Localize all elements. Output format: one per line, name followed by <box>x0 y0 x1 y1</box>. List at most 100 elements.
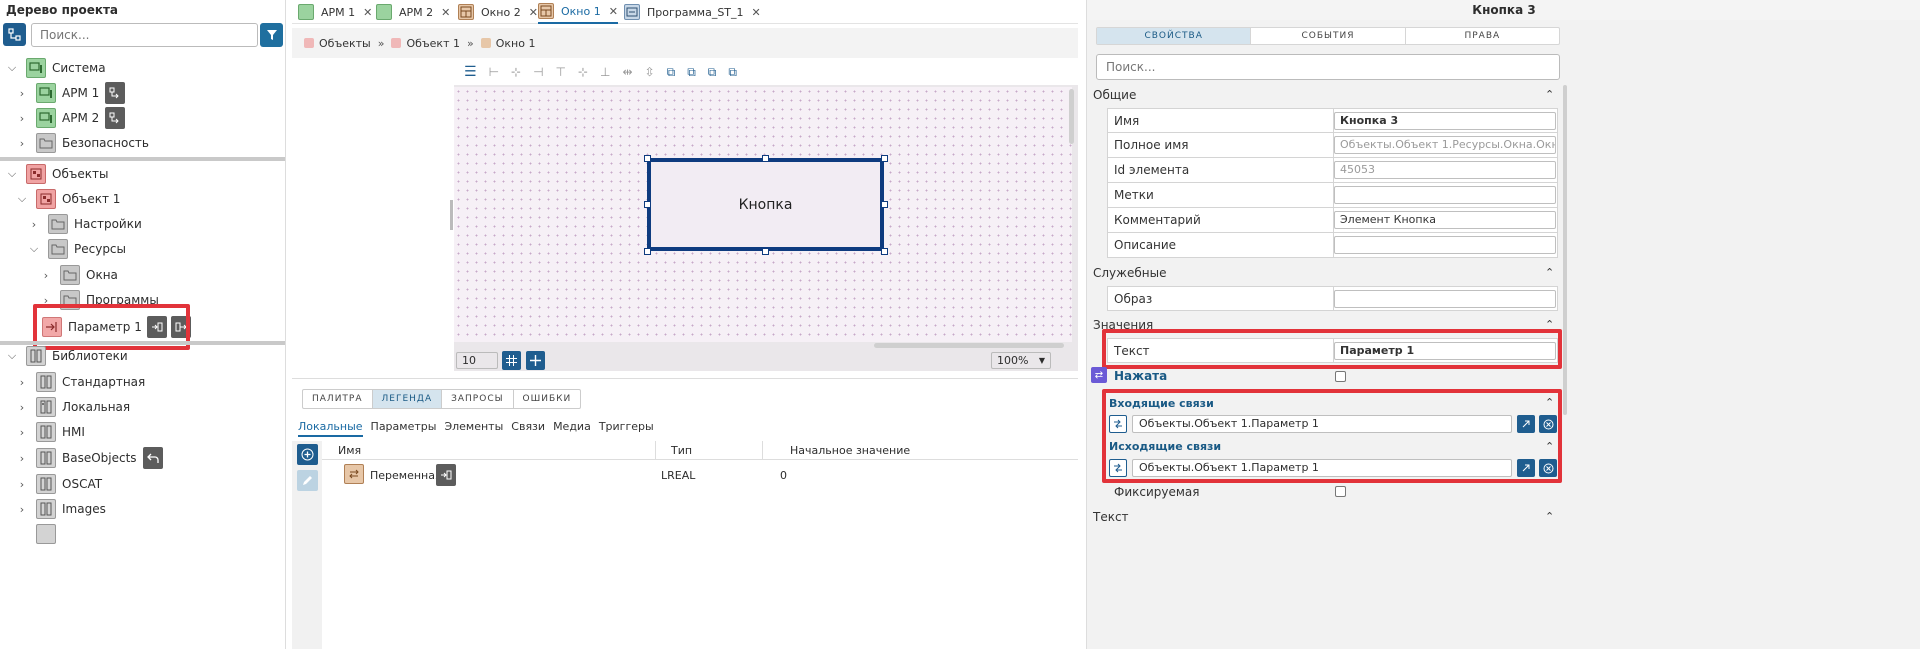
design-canvas[interactable]: Кнопка <box>454 87 1072 342</box>
tree-item-hmi[interactable]: › HMI <box>16 420 85 444</box>
link-remove-button[interactable] <box>1539 459 1557 477</box>
description-field[interactable] <box>1334 236 1556 254</box>
tree-item-libraries[interactable]: ⌵ Библиотеки <box>6 344 128 368</box>
button-widget[interactable]: Кнопка <box>647 158 884 251</box>
close-icon[interactable]: ✕ <box>609 5 618 18</box>
text-field[interactable]: Параметр 1 <box>1334 342 1556 360</box>
align-top-icon[interactable]: ⊤ <box>556 65 566 79</box>
tab-events[interactable]: СОБЫТИЯ <box>1251 28 1406 44</box>
snap-toggle-button[interactable] <box>526 351 545 370</box>
tree-separator[interactable] <box>0 157 285 161</box>
output-link-icon[interactable] <box>170 316 191 338</box>
bring-front-icon[interactable]: ⧉ <box>667 65 676 80</box>
breadcrumb-item[interactable]: Объекты <box>319 37 371 50</box>
resize-handle[interactable] <box>881 248 888 255</box>
section-text[interactable]: Текст <box>1093 510 1129 524</box>
tab-errors[interactable]: ОШИБКИ <box>514 390 581 408</box>
chevron-right-icon[interactable]: › <box>16 112 28 125</box>
resize-handle[interactable] <box>762 155 769 162</box>
tree-item-security[interactable]: › Безопасность <box>16 131 149 155</box>
panel-splitter[interactable] <box>450 200 453 230</box>
tab-window1[interactable]: Окно 1 ✕ <box>538 0 618 24</box>
input-link-icon[interactable] <box>146 316 167 338</box>
chevron-right-icon[interactable]: › <box>16 478 28 491</box>
column-divider[interactable] <box>655 441 656 460</box>
resize-handle[interactable] <box>644 155 651 162</box>
tree-item-arm1[interactable]: › АРМ 1 <box>16 81 126 105</box>
chevron-right-icon[interactable]: › <box>16 426 28 439</box>
link-remove-button[interactable] <box>1539 415 1557 433</box>
subtab-triggers[interactable]: Триггеры <box>599 420 654 437</box>
tab-window2[interactable]: Окно 2 ✕ <box>458 0 538 24</box>
tab-program-st1[interactable]: Программа_ST_1 ✕ <box>624 0 761 24</box>
tags-field[interactable] <box>1334 186 1556 204</box>
back-arrow-icon[interactable] <box>142 447 163 469</box>
column-header-type[interactable]: Тип <box>671 444 692 457</box>
table-row[interactable]: Переменная 1 LREAL 0 <box>322 460 1078 490</box>
tree-item-object1[interactable]: ⌵ Объект 1 <box>16 187 120 211</box>
tree-item-system[interactable]: ⌵ Система <box>6 56 106 80</box>
chevron-down-icon[interactable]: ⌵ <box>6 167 18 181</box>
tree-item-param1[interactable]: Параметр 1 <box>42 315 191 339</box>
grid-step-input[interactable]: 10 <box>456 352 498 369</box>
link-goto-button[interactable] <box>1517 459 1535 477</box>
name-field[interactable]: Кнопка 3 <box>1334 112 1556 130</box>
tab-palette[interactable]: ПАЛИТРА <box>303 390 373 408</box>
tree-item-local[interactable]: › Локальная <box>16 395 130 419</box>
tree-item-standard[interactable]: › Стандартная <box>16 370 145 394</box>
section-values[interactable]: Значения <box>1093 318 1153 332</box>
fixed-checkbox[interactable] <box>1335 486 1346 497</box>
link-edit-icon[interactable] <box>1109 415 1127 433</box>
chevron-right-icon[interactable]: › <box>16 87 28 100</box>
zoom-select[interactable]: 100% ▼ <box>991 352 1051 369</box>
close-icon[interactable]: ✕ <box>441 6 450 19</box>
subtab-local[interactable]: Локальные <box>298 420 363 437</box>
column-divider[interactable] <box>762 441 763 460</box>
subtab-media[interactable]: Медиа <box>553 420 591 437</box>
column-header-name[interactable]: Имя <box>338 444 361 457</box>
chevron-right-icon[interactable]: › <box>40 294 52 307</box>
column-header-initial[interactable]: Начальное значение <box>790 444 910 457</box>
close-icon[interactable]: ✕ <box>363 6 372 19</box>
tab-queries[interactable]: ЗАПРОСЫ <box>442 390 514 408</box>
incoming-links-header[interactable]: Входящие связи <box>1109 397 1214 410</box>
deploy-icon[interactable] <box>105 107 126 129</box>
vertical-scrollbar[interactable] <box>1069 89 1074 144</box>
tree-item-resources[interactable]: ⌵ Ресурсы <box>28 237 126 261</box>
link-edit-icon[interactable] <box>1109 459 1127 477</box>
chevron-up-icon[interactable]: ⌃ <box>1545 510 1554 523</box>
close-icon[interactable]: ✕ <box>529 6 538 19</box>
tab-properties[interactable]: СВОЙСТВА <box>1097 28 1252 44</box>
bring-forward-icon[interactable]: ⧉ <box>708 65 717 80</box>
incoming-link-field[interactable]: Объекты.Объект 1.Параметр 1 <box>1132 415 1512 433</box>
send-back-icon[interactable]: ⧉ <box>687 65 696 80</box>
chevron-right-icon[interactable]: › <box>16 503 28 516</box>
fullname-field[interactable]: Объекты.Объект 1.Ресурсы.Окна.Окно 1.Кн <box>1334 136 1556 154</box>
properties-search-input[interactable]: Поиск... <box>1096 54 1560 80</box>
add-variable-button[interactable] <box>297 444 318 465</box>
tree-item-objects[interactable]: ⌵ Объекты <box>6 162 108 186</box>
chevron-up-icon[interactable]: ⌃ <box>1545 440 1554 453</box>
distribute-vertical-icon[interactable]: ⇳ <box>645 65 655 79</box>
subtab-elements[interactable]: Элементы <box>444 420 503 437</box>
chevron-down-icon[interactable]: ⌵ <box>16 192 28 206</box>
subtab-links[interactable]: Связи <box>511 420 545 437</box>
tree-item-arm2[interactable]: › АРМ 2 <box>16 106 126 130</box>
outgoing-link-field[interactable]: Объекты.Объект 1.Параметр 1 <box>1132 459 1512 477</box>
chevron-right-icon[interactable]: › <box>28 218 40 231</box>
vertical-scrollbar[interactable] <box>1563 85 1567 415</box>
align-center-icon[interactable]: ⊹ <box>511 65 521 79</box>
chevron-right-icon[interactable]: › <box>16 137 28 150</box>
chevron-right-icon[interactable]: › <box>16 376 28 389</box>
chevron-up-icon[interactable]: ⌃ <box>1545 88 1554 101</box>
chevron-up-icon[interactable]: ⌃ <box>1545 266 1554 279</box>
resize-handle[interactable] <box>881 201 888 208</box>
chevron-down-icon[interactable]: ⌵ <box>6 61 18 75</box>
tree-search-input[interactable] <box>31 23 258 47</box>
chevron-down-icon[interactable]: ⌵ <box>28 242 40 256</box>
send-backward-icon[interactable]: ⧉ <box>728 65 737 80</box>
tree-view-button[interactable] <box>3 23 26 46</box>
section-general[interactable]: Общие <box>1093 88 1136 102</box>
binding-icon[interactable]: ⇄ <box>1091 367 1107 383</box>
tree-item-baseobjects[interactable]: › BaseObjects <box>16 446 163 470</box>
